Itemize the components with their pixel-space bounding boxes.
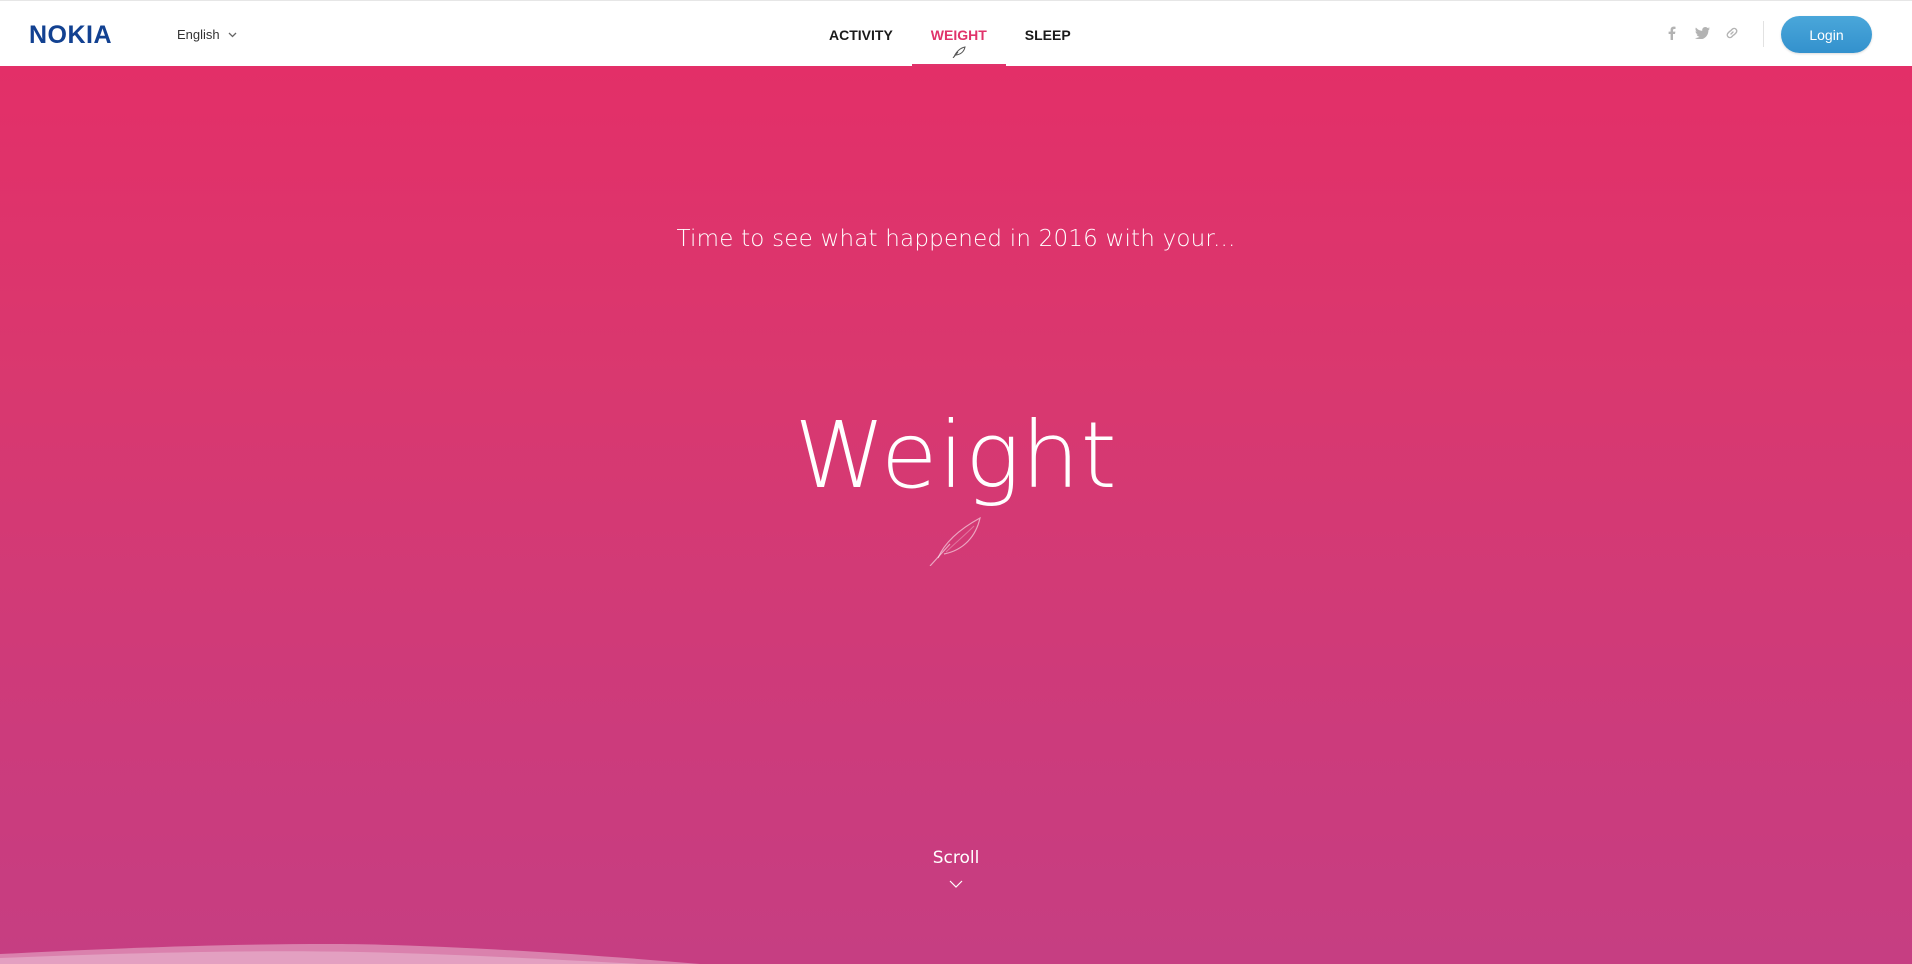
twitter-icon[interactable]: [1694, 25, 1710, 41]
tab-sleep-label: SLEEP: [1024, 27, 1071, 43]
hero-section: Time to see what happened in 2016 with y…: [0, 66, 1912, 964]
bottom-wave: [0, 944, 700, 964]
tab-activity-label: ACTIVITY: [829, 27, 893, 43]
facebook-icon[interactable]: [1664, 25, 1680, 41]
section-tabs: ACTIVITY WEIGHT SLEEP: [810, 1, 1090, 67]
scroll-label[interactable]: Scroll: [0, 848, 1912, 868]
chevron-down-icon: [228, 32, 237, 38]
header-divider: [1763, 21, 1764, 47]
hero-title: Weight: [794, 402, 1118, 509]
tab-activity[interactable]: ACTIVITY: [810, 1, 912, 67]
top-nav-bar: NOKIA English ACTIVITY WEIGHT SLEEP Logi…: [0, 0, 1912, 67]
login-button[interactable]: Login: [1781, 16, 1872, 53]
social-share-links: [1664, 25, 1740, 41]
feather-icon: [952, 45, 966, 61]
page: NOKIA English ACTIVITY WEIGHT SLEEP Logi…: [0, 0, 1912, 964]
language-selector[interactable]: English: [177, 27, 237, 42]
feather-icon: [928, 514, 984, 571]
tab-weight[interactable]: WEIGHT: [911, 1, 1006, 67]
hero-intro-text: Time to see what happened in 2016 with y…: [676, 226, 1236, 252]
chevron-down-icon[interactable]: [949, 876, 963, 894]
link-icon[interactable]: [1724, 25, 1740, 41]
tab-weight-label: WEIGHT: [930, 27, 987, 43]
nokia-logo[interactable]: NOKIA: [29, 23, 112, 48]
language-label: English: [177, 27, 220, 42]
tab-sleep[interactable]: SLEEP: [1006, 1, 1090, 67]
